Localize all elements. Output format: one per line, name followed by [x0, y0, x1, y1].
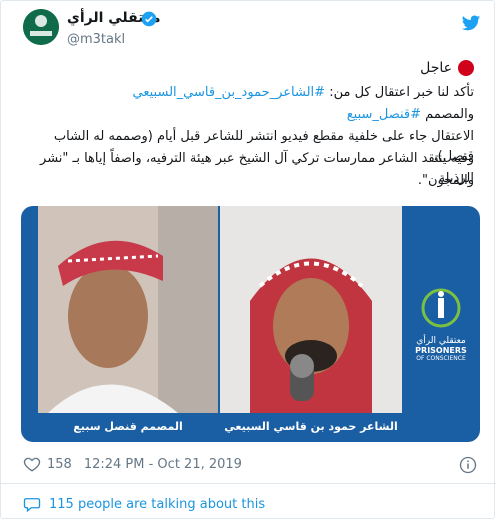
- divider: [1, 483, 496, 484]
- tweet-text: تأكد لنا خبر اعتقال كل من:: [325, 85, 474, 100]
- caption-poet: الشاعر حمود بن قاسي السبيعي: [224, 420, 398, 433]
- tweet-meta: 158 12:24 PM - Oct 21, 2019: [23, 455, 242, 473]
- author-handle[interactable]: @m3takl: [67, 32, 125, 47]
- tweet-line-2: والمصمم #قنصل_سبيع: [14, 105, 474, 125]
- heart-icon[interactable]: [23, 455, 41, 473]
- talking-link[interactable]: 115 people are talking about this: [23, 495, 265, 513]
- hashtag-link[interactable]: #الشاعر_حمود_بن_قاسي_السبيعي: [133, 85, 326, 100]
- tweet-text: والمصمم: [421, 107, 474, 122]
- talking-text[interactable]: 115 people are talking about this: [49, 497, 265, 512]
- twitter-bird-icon[interactable]: [461, 13, 481, 33]
- photo-poet: [220, 206, 402, 413]
- caption-designer: المصمم قنصل سبيع: [73, 420, 183, 433]
- like-count[interactable]: 158: [47, 457, 72, 472]
- tweet-card: معتقلي الرأي @m3takl عاجل تأكد لنا خبر ا…: [0, 0, 496, 519]
- media-image[interactable]: الشاعر حمود بن قاسي السبيعي المصمم قنصل …: [21, 206, 480, 442]
- info-icon[interactable]: [459, 456, 477, 474]
- logo-english-text-1: PRISONERS: [415, 346, 467, 355]
- photo-designer: [38, 206, 218, 413]
- hashtag-link[interactable]: #قنصل_سبيع: [347, 107, 421, 122]
- tweet-line-5: والمجون".: [417, 173, 474, 188]
- red-circle-icon: [458, 60, 474, 76]
- logo-english-text-2: OF CONSCIENCE: [416, 355, 466, 362]
- verified-badge-icon: [141, 11, 157, 27]
- timestamp[interactable]: 12:24 PM - Oct 21, 2019: [84, 457, 242, 472]
- speech-bubble-icon: [23, 498, 41, 513]
- avatar[interactable]: [23, 9, 59, 45]
- breaking-text: عاجل: [420, 60, 452, 76]
- prisoners-of-conscience-logo: معتقلي الرأي PRISONERS OF CONSCIENCE: [409, 286, 473, 366]
- logo-arabic-text: معتقلي الرأي: [416, 336, 466, 346]
- breaking-label: عاجل: [420, 60, 474, 76]
- tweet-line-1: تأكد لنا خبر اعتقال كل من: #الشاعر_حمود_…: [14, 83, 474, 103]
